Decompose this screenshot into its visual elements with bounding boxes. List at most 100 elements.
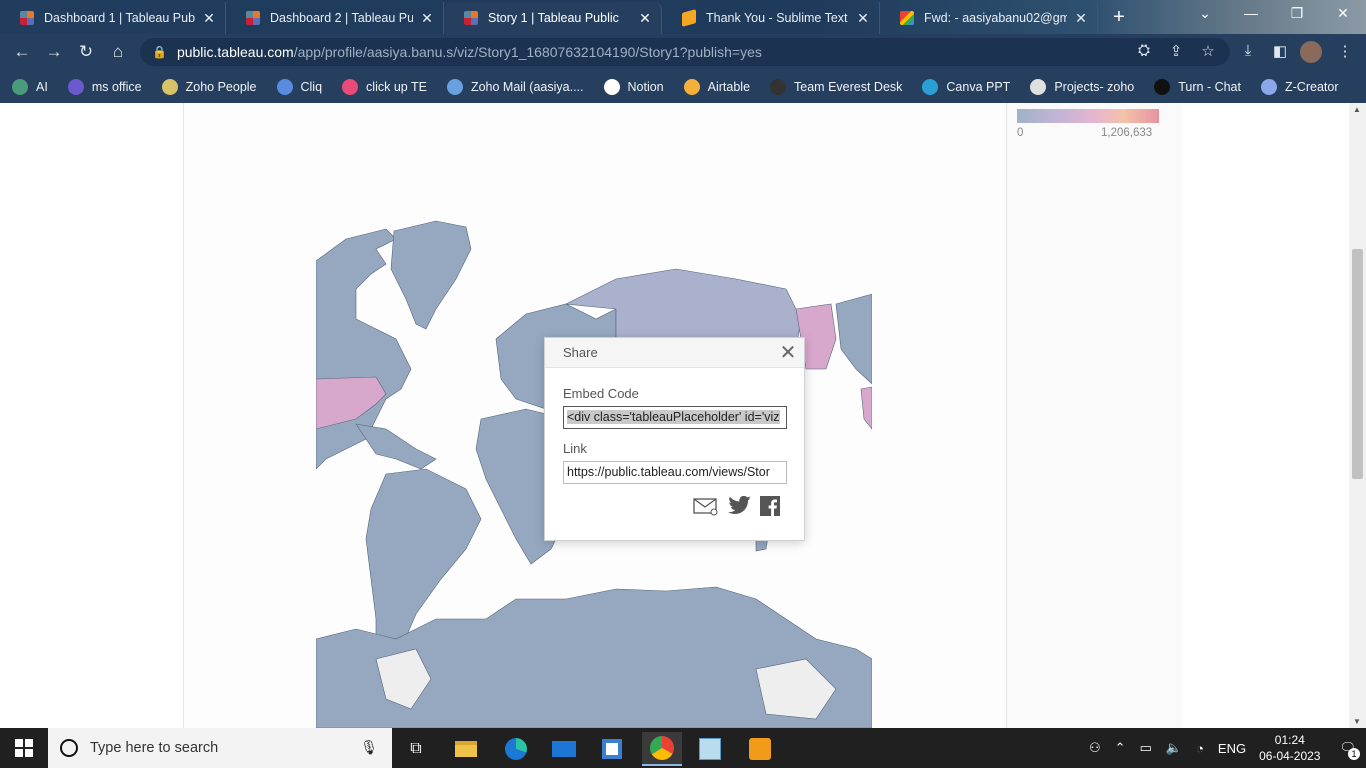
notion-icon: [603, 78, 620, 95]
restore-icon[interactable]: ❐: [1282, 5, 1312, 22]
notification-icon[interactable]: 🗨 1: [1339, 740, 1360, 760]
legend-panel: 0 1,206,633: [1006, 103, 1182, 728]
profile-avatar[interactable]: [1300, 41, 1322, 63]
start-button[interactable]: [0, 728, 48, 768]
wifi-icon[interactable]: ◔: [1196, 741, 1204, 756]
home-icon[interactable]: ⌂: [105, 40, 131, 64]
lock-icon[interactable]: 🔒: [152, 45, 167, 59]
bookmark-star-icon[interactable]: ☆: [1197, 42, 1219, 60]
turn-icon: [1154, 78, 1171, 95]
mail-icon[interactable]: [544, 732, 584, 766]
tableau-icon: [20, 11, 34, 25]
gmail-icon: [900, 11, 914, 25]
embed-code-value: <div class='tableauPlaceholder' id='viz: [567, 410, 780, 424]
legend-max-label: 1,206,633: [1101, 127, 1153, 139]
scrollbar-thumb[interactable]: [1352, 249, 1363, 479]
bookmark-label: Zoho People: [185, 79, 257, 94]
canva-icon: [922, 78, 939, 95]
email-icon[interactable]: [693, 496, 719, 516]
bookmarks-bar: AI ms office Zoho People Cliq click up T…: [0, 70, 1366, 103]
tab-sublime-text[interactable]: Thank You - Sublime Text ✕: [662, 2, 880, 34]
link-label: Link: [563, 441, 587, 456]
language-indicator[interactable]: ENG: [1218, 741, 1246, 756]
bookmark-canva[interactable]: Canva PPT: [922, 78, 1010, 95]
new-tab-icon[interactable]: +: [1108, 6, 1130, 29]
bookmark-turn-chat[interactable]: Turn - Chat: [1154, 78, 1241, 95]
tab-title: Story 1 | Tableau Public: [488, 11, 619, 25]
close-tab-icon[interactable]: ✕: [637, 10, 653, 27]
taskbar-search-box[interactable]: Type here to search 🎙: [48, 728, 392, 768]
sublime-text-icon[interactable]: [740, 732, 780, 766]
tab-gmail[interactable]: Fwd: - aasiyabanu02@gmail. ✕: [880, 2, 1098, 34]
bookmark-cliq[interactable]: Cliq: [276, 78, 322, 95]
bookmark-label: Airtable: [707, 79, 751, 94]
bookmark-airtable[interactable]: Airtable: [683, 78, 751, 95]
battery-icon[interactable]: ▭: [1140, 740, 1152, 756]
bookmark-notion[interactable]: Notion: [603, 78, 664, 95]
share-dialog: Share ✕ Embed Code <div class='tableauPl…: [544, 337, 805, 541]
minimize-icon[interactable]: —: [1236, 5, 1266, 21]
microphone-icon[interactable]: 🎙: [360, 739, 378, 756]
translate-icon[interactable]: ⛭: [1133, 42, 1155, 59]
snipping-tool-icon[interactable]: [690, 732, 730, 766]
bookmark-team-everest[interactable]: Team Everest Desk: [770, 78, 902, 95]
bookmark-zoho-people[interactable]: Zoho People: [161, 78, 257, 95]
close-tab-icon[interactable]: ✕: [201, 10, 217, 27]
tab-story-1[interactable]: Story 1 | Tableau Public ✕: [444, 2, 662, 34]
facebook-icon[interactable]: [760, 496, 780, 516]
tab-dashboard-1[interactable]: Dashboard 1 | Tableau Public ✕: [0, 2, 226, 34]
clickup-icon: [342, 78, 359, 95]
link-field[interactable]: https://public.tableau.com/views/Stor: [563, 461, 787, 484]
page-content: 0 1,206,633 Share ✕ Embed Code <div clas…: [0, 103, 1366, 728]
url-host: public.tableau.com: [176, 44, 294, 60]
zoho-mail-icon: [446, 78, 463, 95]
task-view-icon[interactable]: ⧉: [396, 732, 436, 766]
tab-dashboard-2[interactable]: Dashboard 2 | Tableau Public ✕: [226, 2, 444, 34]
embed-code-field[interactable]: <div class='tableauPlaceholder' id='viz: [563, 406, 787, 429]
bookmark-ms-office[interactable]: ms office: [67, 78, 142, 95]
side-panel-icon[interactable]: ◧: [1269, 42, 1291, 60]
back-icon[interactable]: ←: [9, 40, 35, 64]
bookmark-ai[interactable]: AI: [12, 78, 48, 95]
edge-icon[interactable]: [496, 732, 536, 766]
embed-code-label: Embed Code: [563, 386, 639, 401]
url-path: /app/profile/aasiya.banu.s/viz/Story1_16…: [293, 44, 762, 60]
store-icon[interactable]: [592, 732, 632, 766]
download-icon[interactable]: ⤓: [1237, 42, 1259, 59]
bookmark-projects-zoho[interactable]: Projects- zoho: [1030, 78, 1134, 95]
tab-title: Thank You - Sublime Text: [706, 11, 848, 25]
close-tab-icon[interactable]: ✕: [855, 10, 871, 27]
close-icon[interactable]: ✕: [778, 343, 798, 363]
reload-icon[interactable]: ↻: [73, 40, 99, 64]
tab-search-icon[interactable]: ⌄: [1190, 5, 1220, 22]
bookmark-zoho-mail[interactable]: Zoho Mail (aasiya....: [446, 78, 584, 95]
bookmark-click-up[interactable]: click up TE: [342, 78, 427, 95]
bookmark-label: AI: [36, 79, 48, 94]
share-page-icon[interactable]: ⇪: [1165, 42, 1187, 60]
file-explorer-icon[interactable]: [446, 732, 486, 766]
close-tab-icon[interactable]: ✕: [419, 10, 435, 27]
close-window-icon[interactable]: ✕: [1328, 5, 1358, 22]
zoho-people-icon: [161, 78, 178, 95]
scroll-down-icon[interactable]: ▼: [1353, 717, 1361, 726]
people-icon[interactable]: ⚇: [1089, 740, 1101, 756]
z-creator-icon: [1261, 78, 1277, 95]
color-legend-bar: [1017, 109, 1159, 123]
close-tab-icon[interactable]: ✕: [1073, 10, 1089, 27]
clock-time: 01:24: [1274, 733, 1305, 747]
clock[interactable]: 01:24 06-04-2023: [1259, 732, 1320, 764]
forward-icon[interactable]: →: [41, 40, 67, 64]
share-dialog-title: Share: [563, 345, 598, 360]
scroll-up-icon[interactable]: ▲: [1353, 105, 1361, 114]
show-hidden-icons-icon[interactable]: ⌃: [1115, 740, 1126, 756]
volume-icon[interactable]: 🔈: [1166, 740, 1182, 756]
bookmark-label: Turn - Chat: [1178, 79, 1241, 94]
twitter-icon[interactable]: [728, 496, 752, 516]
page-scrollbar[interactable]: ▲ ▼: [1349, 103, 1366, 728]
chrome-icon[interactable]: [642, 732, 682, 766]
menu-icon[interactable]: ⋮: [1334, 42, 1356, 60]
bookmark-z-creator[interactable]: Z-Creator: [1261, 78, 1338, 95]
tab-title: Fwd: - aasiyabanu02@gmail.: [924, 11, 1067, 25]
office-icon: [67, 78, 84, 95]
address-bar[interactable]: 🔒 public.tableau.com/app/profile/aasiya.…: [140, 38, 1230, 66]
